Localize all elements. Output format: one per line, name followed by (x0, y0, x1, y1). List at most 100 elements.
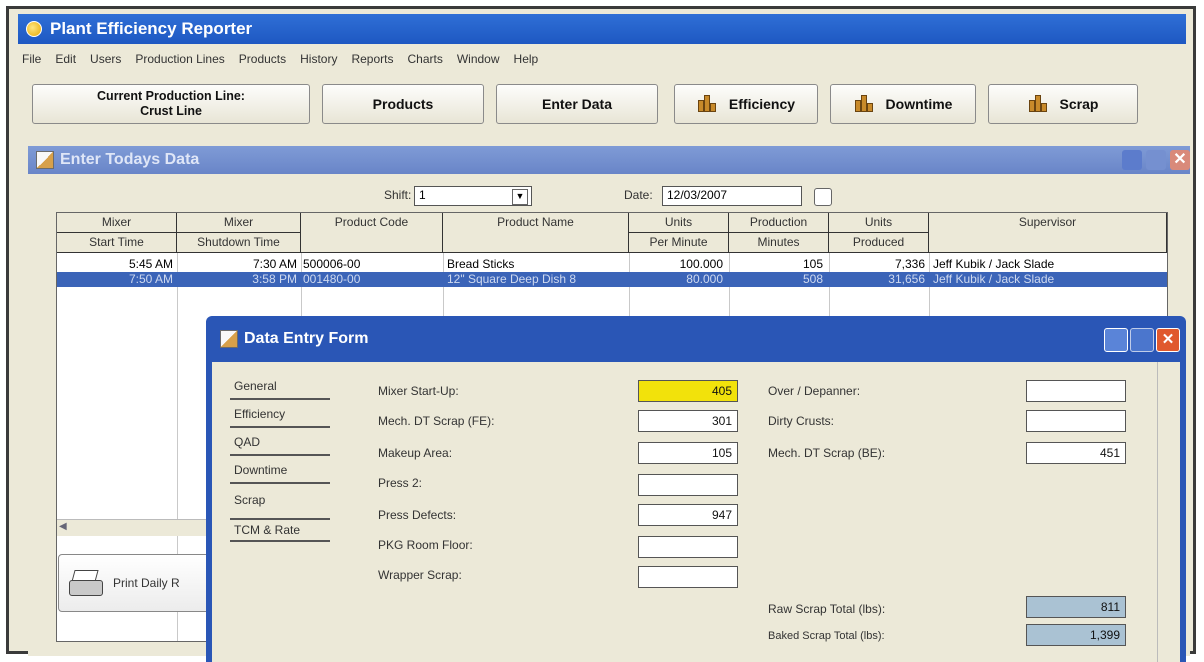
dirty-crusts-label: Dirty Crusts: (768, 414, 834, 428)
close-icon[interactable]: ✕ (1156, 328, 1180, 352)
menu-help[interactable]: Help (514, 52, 539, 66)
data-entry-body: General Efficiency QAD Downtime Scrap TC… (212, 362, 1180, 662)
cell-minutes: 105 (802, 257, 823, 271)
menu-products[interactable]: Products (239, 52, 286, 66)
tab-scrap[interactable]: Scrap (230, 490, 330, 514)
chevron-down-icon[interactable]: ▼ (512, 189, 528, 205)
col-product-code[interactable]: Product Code (301, 213, 443, 253)
tab-general[interactable]: General (230, 376, 330, 400)
menu-edit[interactable]: Edit (55, 52, 76, 66)
scrap-button[interactable]: Scrap (988, 84, 1138, 124)
products-label: Products (372, 96, 434, 112)
current-production-line-button[interactable]: Current Production Line: Crust Line (32, 84, 310, 124)
data-entry-form-dialog: Data Entry Form ✕ General Efficiency QAD… (206, 316, 1186, 662)
mixer-startup-input[interactable]: 405 (638, 380, 738, 402)
col-header-bottom: Minutes (757, 235, 800, 249)
over-depanner-input[interactable] (1026, 380, 1126, 402)
press2-label: Press 2: (378, 476, 423, 490)
main-toolbar: Current Production Line: Crust Line Prod… (18, 78, 1186, 128)
press2-input[interactable] (638, 474, 738, 496)
date-label: Date: (624, 188, 653, 202)
products-button[interactable]: Products (322, 84, 484, 124)
shift-date-row: Shift: 1 ▼ Date: 12/03/2007 (28, 184, 1190, 208)
dirty-crusts-input[interactable] (1026, 410, 1126, 432)
cell-start: 5:45 AM (128, 257, 173, 271)
menu-charts[interactable]: Charts (408, 52, 443, 66)
current-line-label: Current Production Line: (97, 89, 245, 103)
minimize-icon[interactable] (1104, 328, 1128, 352)
mech-dt-scrap-be-input[interactable]: 451 (1026, 442, 1126, 464)
calendar-icon[interactable] (814, 188, 832, 206)
col-mixer-shutdown[interactable]: Mixer Shutdown Time (177, 213, 301, 253)
efficiency-label: Efficiency (728, 96, 796, 112)
menu-bar: File Edit Users Production Lines Product… (18, 46, 1186, 72)
col-product-name[interactable]: Product Name (443, 213, 629, 253)
col-header-top: Product Name (497, 215, 574, 229)
menu-production-lines[interactable]: Production Lines (135, 52, 224, 66)
shift-select[interactable]: 1 ▼ (414, 186, 532, 206)
enter-data-label: Enter Data (541, 96, 613, 112)
efficiency-button[interactable]: Efficiency (674, 84, 818, 124)
maximize-icon[interactable] (1146, 150, 1166, 170)
print-label: Print Daily R (113, 576, 180, 590)
pkg-room-floor-input[interactable] (638, 536, 738, 558)
baked-scrap-total-value: 1,399 (1026, 624, 1126, 646)
cell-code: 500006-00 (303, 257, 361, 271)
tab-efficiency[interactable]: Efficiency (230, 404, 330, 428)
cell-upm: 80.000 (686, 272, 723, 286)
bar-chart-icon (697, 95, 717, 112)
menu-file[interactable]: File (22, 52, 41, 66)
enter-data-button[interactable]: Enter Data (496, 84, 658, 124)
date-field[interactable]: 12/03/2007 (662, 186, 802, 206)
table-row[interactable]: 5:45 AM 7:30 AM 500006-00 Bread Sticks 1… (57, 257, 1167, 272)
scroll-left-icon[interactable]: ◀ (59, 521, 73, 533)
cell-produced: 7,336 (894, 257, 925, 271)
tab-tcm-rate[interactable]: TCM & Rate (230, 518, 330, 542)
col-production-minutes[interactable]: Production Minutes (729, 213, 829, 253)
mixer-startup-label: Mixer Start-Up: (378, 384, 459, 398)
close-icon[interactable]: ✕ (1170, 150, 1190, 170)
wrapper-scrap-input[interactable] (638, 566, 738, 588)
enter-data-window-title: Enter Todays Data (60, 151, 200, 168)
raw-scrap-total-value: 811 (1026, 596, 1126, 618)
mech-dt-scrap-be-label: Mech. DT Scrap (BE): (768, 446, 886, 460)
col-header-bottom: Per Minute (649, 235, 708, 249)
table-row-selected[interactable]: 7:50 AM 3:58 PM 001480-00 12" Square Dee… (57, 272, 1167, 287)
downtime-button[interactable]: Downtime (830, 84, 976, 124)
menu-window[interactable]: Window (457, 52, 500, 66)
press-defects-input[interactable]: 947 (638, 504, 738, 526)
menu-users[interactable]: Users (90, 52, 121, 66)
makeup-area-input[interactable]: 105 (638, 442, 738, 464)
bar-chart-icon (1028, 95, 1048, 112)
current-line-value: Crust Line (140, 104, 202, 118)
tab-downtime[interactable]: Downtime (230, 460, 330, 484)
enter-data-title-bar: Enter Todays Data ✕ (28, 146, 1190, 174)
col-supervisor[interactable]: Supervisor (929, 213, 1167, 253)
cell-upm: 100.000 (679, 257, 723, 271)
baked-scrap-total-label: Baked Scrap Total (lbs): (768, 630, 885, 642)
col-mixer-start[interactable]: Mixer Start Time (57, 213, 177, 253)
menu-reports[interactable]: Reports (351, 52, 393, 66)
menu-history[interactable]: History (300, 52, 337, 66)
col-header-top: Mixer (177, 213, 300, 233)
mech-dt-scrap-fe-input[interactable]: 301 (638, 410, 738, 432)
vertical-scrollbar[interactable] (1157, 362, 1180, 662)
minimize-icon[interactable] (1122, 150, 1142, 170)
col-header-top: Supervisor (1018, 215, 1077, 229)
cell-supervisor: Jeff Kubik / Jack Slade (933, 257, 1055, 271)
col-header-bottom: Shutdown Time (197, 235, 280, 249)
over-depanner-label: Over / Depanner: (768, 384, 861, 398)
cell-produced: 31,656 (888, 272, 925, 286)
col-header-top: Production (729, 213, 828, 233)
cell-minutes: 508 (802, 272, 823, 286)
tab-qad[interactable]: QAD (230, 432, 330, 456)
col-units-per-minute[interactable]: Units Per Minute (629, 213, 729, 253)
cell-start: 7:50 AM (128, 272, 173, 286)
col-header-top: Product Code (334, 215, 409, 229)
cell-shutdown: 3:58 PM (252, 272, 297, 286)
col-units-produced[interactable]: Units Produced (829, 213, 929, 253)
maximize-icon[interactable] (1130, 328, 1154, 352)
wrapper-scrap-label: Wrapper Scrap: (378, 568, 462, 582)
cell-shutdown: 7:30 AM (252, 257, 297, 271)
print-daily-report-button[interactable]: Print Daily R (58, 554, 228, 612)
